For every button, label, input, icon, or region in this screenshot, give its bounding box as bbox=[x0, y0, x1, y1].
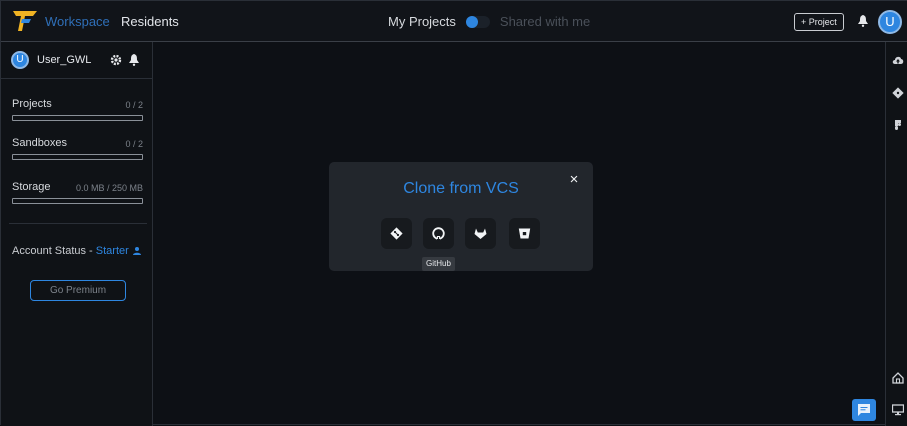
new-project-button[interactable]: + Project bbox=[794, 13, 844, 31]
top-bar: Workspace Residents My Projects Shared w… bbox=[1, 1, 907, 42]
chat-icon bbox=[858, 404, 870, 416]
gear-icon[interactable] bbox=[110, 54, 122, 66]
git-icon bbox=[390, 227, 403, 240]
close-icon[interactable]: × bbox=[567, 172, 581, 187]
avatar: U bbox=[11, 51, 29, 69]
account-status-label: Account Status - bbox=[12, 245, 96, 257]
workspace-logo-icon bbox=[13, 11, 37, 31]
account-status: Account Status - Starter bbox=[12, 245, 141, 257]
quota-value: 0 / 2 bbox=[125, 139, 143, 149]
gitlab-button[interactable] bbox=[465, 218, 496, 249]
brand-name[interactable]: Workspace bbox=[45, 14, 110, 29]
quota-label: Storage bbox=[12, 181, 51, 193]
my-projects-label[interactable]: My Projects bbox=[388, 14, 456, 29]
sidebar-user[interactable]: U User_GWL bbox=[11, 51, 91, 69]
workspace-section[interactable]: Residents bbox=[121, 14, 179, 29]
clone-from-vcs-dialog: Clone from VCS × bbox=[329, 162, 593, 271]
quota-label: Projects bbox=[12, 98, 52, 110]
monitor-icon[interactable] bbox=[892, 404, 904, 416]
user-avatar[interactable]: U bbox=[878, 10, 902, 34]
git-clone-button[interactable] bbox=[381, 218, 412, 249]
app-window: Workspace Residents My Projects Shared w… bbox=[0, 0, 907, 426]
bell-icon[interactable] bbox=[129, 54, 139, 66]
provider-tooltip: GitHub bbox=[422, 257, 455, 271]
shared-with-me-label[interactable]: Shared with me bbox=[500, 14, 590, 29]
dialog-title: Clone from VCS bbox=[403, 180, 519, 197]
home-icon[interactable] bbox=[892, 372, 904, 384]
cloud-upload-icon[interactable] bbox=[892, 54, 904, 66]
view-switch[interactable] bbox=[465, 15, 490, 28]
go-premium-button[interactable]: Go Premium bbox=[30, 280, 126, 301]
divider bbox=[1, 78, 152, 79]
figma-icon[interactable] bbox=[892, 120, 904, 132]
quota-value: 0 / 2 bbox=[125, 100, 143, 110]
account-tier: Starter bbox=[95, 245, 129, 257]
quota-value: 0.0 MB / 250 MB bbox=[75, 183, 143, 193]
quota-label: Sandboxes bbox=[12, 137, 68, 149]
chat-button[interactable] bbox=[852, 399, 876, 421]
quota-bar bbox=[12, 115, 143, 121]
notification-bell-icon[interactable] bbox=[858, 15, 868, 27]
project-view-toggle: My Projects Shared with me bbox=[388, 14, 590, 29]
bitbucket-icon bbox=[518, 228, 531, 239]
quota-bar bbox=[12, 154, 143, 160]
right-toolbar bbox=[885, 42, 907, 426]
username: User_GWL bbox=[37, 54, 92, 66]
git-icon[interactable] bbox=[892, 87, 904, 99]
github-icon bbox=[432, 227, 445, 240]
github-button[interactable] bbox=[423, 218, 454, 249]
bitbucket-button[interactable] bbox=[509, 218, 540, 249]
sidebar: U User_GWL Projects 0 / 2 Sandboxes 0 / … bbox=[1, 42, 153, 426]
person-icon bbox=[132, 247, 141, 255]
quota-bar bbox=[12, 198, 143, 204]
divider bbox=[9, 223, 147, 224]
gitlab-icon bbox=[474, 228, 487, 239]
